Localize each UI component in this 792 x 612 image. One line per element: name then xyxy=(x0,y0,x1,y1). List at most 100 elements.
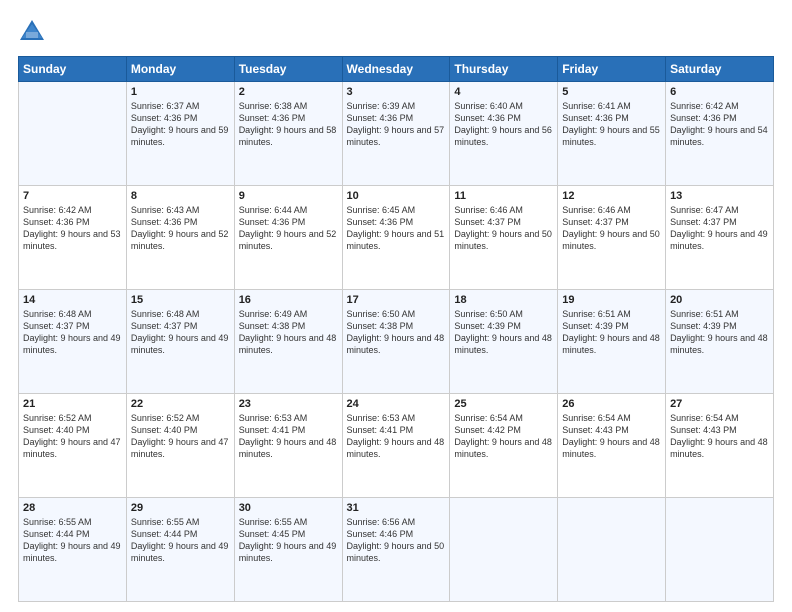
day-number: 14 xyxy=(23,294,122,306)
day-cell xyxy=(666,498,774,602)
day-info: Sunrise: 6:48 AMSunset: 4:37 PMDaylight:… xyxy=(131,308,230,357)
day-cell: 13 Sunrise: 6:47 AMSunset: 4:37 PMDayligh… xyxy=(666,186,774,290)
day-info: Sunrise: 6:42 AMSunset: 4:36 PMDaylight:… xyxy=(670,100,769,149)
day-number: 30 xyxy=(239,502,338,514)
day-cell: 19Sunrise: 6:51 AMSunset: 4:39 PMDayligh… xyxy=(558,290,666,394)
day-number: 23 xyxy=(239,398,338,410)
header xyxy=(18,18,774,46)
calendar-header-friday: Friday xyxy=(558,57,666,82)
day-number: 13 xyxy=(670,190,769,202)
day-cell: 25 Sunrise: 6:54 AMSunset: 4:42 PMDayligh… xyxy=(450,394,558,498)
day-info: Sunrise: 6:39 AMSunset: 4:36 PMDaylight:… xyxy=(347,100,446,149)
day-cell: 23 Sunrise: 6:53 AMSunset: 4:41 PMDayligh… xyxy=(234,394,342,498)
logo xyxy=(18,18,50,46)
calendar-header-thursday: Thursday xyxy=(450,57,558,82)
calendar-header-wednesday: Wednesday xyxy=(342,57,450,82)
day-cell: 17Sunrise: 6:50 AMSunset: 4:38 PMDayligh… xyxy=(342,290,450,394)
day-number: 15 xyxy=(131,294,230,306)
day-info: Sunrise: 6:38 AMSunset: 4:36 PMDaylight:… xyxy=(239,100,338,149)
day-cell: 4 Sunrise: 6:40 AMSunset: 4:36 PMDaylight… xyxy=(450,82,558,186)
day-cell: 14 Sunrise: 6:48 AMSunset: 4:37 PMDayligh… xyxy=(19,290,127,394)
calendar-header-saturday: Saturday xyxy=(666,57,774,82)
day-info: Sunrise: 6:53 AMSunset: 4:41 PMDaylight:… xyxy=(239,412,338,461)
day-cell: 12 Sunrise: 6:46 AMSunset: 4:37 PMDayligh… xyxy=(558,186,666,290)
day-cell: 20Sunrise: 6:51 AMSunset: 4:39 PMDayligh… xyxy=(666,290,774,394)
day-cell: 16 Sunrise: 6:49 AMSunset: 4:38 PMDayligh… xyxy=(234,290,342,394)
day-info: Sunrise: 6:44 AMSunset: 4:36 PMDaylight:… xyxy=(239,204,338,253)
week-row-5: 28 Sunrise: 6:55 AMSunset: 4:44 PMDayligh… xyxy=(19,498,774,602)
day-info: Sunrise: 6:55 AMSunset: 4:44 PMDaylight:… xyxy=(131,516,230,565)
day-number: 12 xyxy=(562,190,661,202)
day-number: 24 xyxy=(347,398,446,410)
day-info: Sunrise: 6:53 AMSunset: 4:41 PMDaylight:… xyxy=(347,412,446,461)
day-cell: 28 Sunrise: 6:55 AMSunset: 4:44 PMDayligh… xyxy=(19,498,127,602)
day-info: Sunrise: 6:41 AMSunset: 4:36 PMDaylight:… xyxy=(562,100,661,149)
day-number: 4 xyxy=(454,86,553,98)
day-number: 6 xyxy=(670,86,769,98)
day-info: Sunrise: 6:48 AMSunset: 4:37 PMDaylight:… xyxy=(23,308,122,357)
day-cell: 3 Sunrise: 6:39 AMSunset: 4:36 PMDaylight… xyxy=(342,82,450,186)
day-number: 31 xyxy=(347,502,446,514)
calendar-table: SundayMondayTuesdayWednesdayThursdayFrid… xyxy=(18,56,774,602)
day-cell: 10 Sunrise: 6:45 AMSunset: 4:36 PMDayligh… xyxy=(342,186,450,290)
day-info: Sunrise: 6:54 AMSunset: 4:43 PMDaylight:… xyxy=(670,412,769,461)
day-cell: 15 Sunrise: 6:48 AMSunset: 4:37 PMDayligh… xyxy=(126,290,234,394)
day-info: Sunrise: 6:50 AMSunset: 4:38 PMDaylight:… xyxy=(347,308,446,357)
day-number: 8 xyxy=(131,190,230,202)
week-row-4: 21Sunrise: 6:52 AMSunset: 4:40 PMDayligh… xyxy=(19,394,774,498)
day-cell: 21Sunrise: 6:52 AMSunset: 4:40 PMDayligh… xyxy=(19,394,127,498)
day-number: 18 xyxy=(454,294,553,306)
day-cell: 29 Sunrise: 6:55 AMSunset: 4:44 PMDayligh… xyxy=(126,498,234,602)
day-cell: 31Sunrise: 6:56 AMSunset: 4:46 PMDayligh… xyxy=(342,498,450,602)
day-info: Sunrise: 6:40 AMSunset: 4:36 PMDaylight:… xyxy=(454,100,553,149)
day-info: Sunrise: 6:54 AMSunset: 4:43 PMDaylight:… xyxy=(562,412,661,461)
day-info: Sunrise: 6:51 AMSunset: 4:39 PMDaylight:… xyxy=(562,308,661,357)
day-number: 10 xyxy=(347,190,446,202)
day-info: Sunrise: 6:43 AMSunset: 4:36 PMDaylight:… xyxy=(131,204,230,253)
day-number: 2 xyxy=(239,86,338,98)
week-row-3: 14 Sunrise: 6:48 AMSunset: 4:37 PMDayligh… xyxy=(19,290,774,394)
day-cell: 7 Sunrise: 6:42 AMSunset: 4:36 PMDaylight… xyxy=(19,186,127,290)
day-cell xyxy=(450,498,558,602)
day-number: 3 xyxy=(347,86,446,98)
calendar-header-sunday: Sunday xyxy=(19,57,127,82)
day-number: 7 xyxy=(23,190,122,202)
logo-icon xyxy=(18,18,46,46)
day-info: Sunrise: 6:52 AMSunset: 4:40 PMDaylight:… xyxy=(23,412,122,461)
day-number: 22 xyxy=(131,398,230,410)
day-cell: 6 Sunrise: 6:42 AMSunset: 4:36 PMDaylight… xyxy=(666,82,774,186)
day-cell: 2 Sunrise: 6:38 AMSunset: 4:36 PMDaylight… xyxy=(234,82,342,186)
day-cell: 30Sunrise: 6:55 AMSunset: 4:45 PMDayligh… xyxy=(234,498,342,602)
day-info: Sunrise: 6:50 AMSunset: 4:39 PMDaylight:… xyxy=(454,308,553,357)
day-cell: 5 Sunrise: 6:41 AMSunset: 4:36 PMDaylight… xyxy=(558,82,666,186)
day-number: 29 xyxy=(131,502,230,514)
page: SundayMondayTuesdayWednesdayThursdayFrid… xyxy=(0,0,792,612)
day-info: Sunrise: 6:46 AMSunset: 4:37 PMDaylight:… xyxy=(562,204,661,253)
day-number: 20 xyxy=(670,294,769,306)
day-number: 5 xyxy=(562,86,661,98)
day-number: 26 xyxy=(562,398,661,410)
day-info: Sunrise: 6:55 AMSunset: 4:44 PMDaylight:… xyxy=(23,516,122,565)
day-number: 27 xyxy=(670,398,769,410)
day-cell: 24 Sunrise: 6:53 AMSunset: 4:41 PMDayligh… xyxy=(342,394,450,498)
day-cell: 8 Sunrise: 6:43 AMSunset: 4:36 PMDaylight… xyxy=(126,186,234,290)
day-cell: 11 Sunrise: 6:46 AMSunset: 4:37 PMDayligh… xyxy=(450,186,558,290)
day-info: Sunrise: 6:37 AMSunset: 4:36 PMDaylight:… xyxy=(131,100,230,149)
day-info: Sunrise: 6:46 AMSunset: 4:37 PMDaylight:… xyxy=(454,204,553,253)
day-number: 16 xyxy=(239,294,338,306)
day-cell: 1 Sunrise: 6:37 AMSunset: 4:36 PMDaylight… xyxy=(126,82,234,186)
day-number: 28 xyxy=(23,502,122,514)
day-info: Sunrise: 6:52 AMSunset: 4:40 PMDaylight:… xyxy=(131,412,230,461)
day-number: 25 xyxy=(454,398,553,410)
day-info: Sunrise: 6:45 AMSunset: 4:36 PMDaylight:… xyxy=(347,204,446,253)
calendar-header-row: SundayMondayTuesdayWednesdayThursdayFrid… xyxy=(19,57,774,82)
day-number: 9 xyxy=(239,190,338,202)
day-info: Sunrise: 6:42 AMSunset: 4:36 PMDaylight:… xyxy=(23,204,122,253)
day-number: 1 xyxy=(131,86,230,98)
week-row-1: 1 Sunrise: 6:37 AMSunset: 4:36 PMDaylight… xyxy=(19,82,774,186)
day-info: Sunrise: 6:47 AMSunset: 4:37 PMDaylight:… xyxy=(670,204,769,253)
day-number: 11 xyxy=(454,190,553,202)
day-info: Sunrise: 6:54 AMSunset: 4:42 PMDaylight:… xyxy=(454,412,553,461)
day-info: Sunrise: 6:49 AMSunset: 4:38 PMDaylight:… xyxy=(239,308,338,357)
week-row-2: 7 Sunrise: 6:42 AMSunset: 4:36 PMDaylight… xyxy=(19,186,774,290)
